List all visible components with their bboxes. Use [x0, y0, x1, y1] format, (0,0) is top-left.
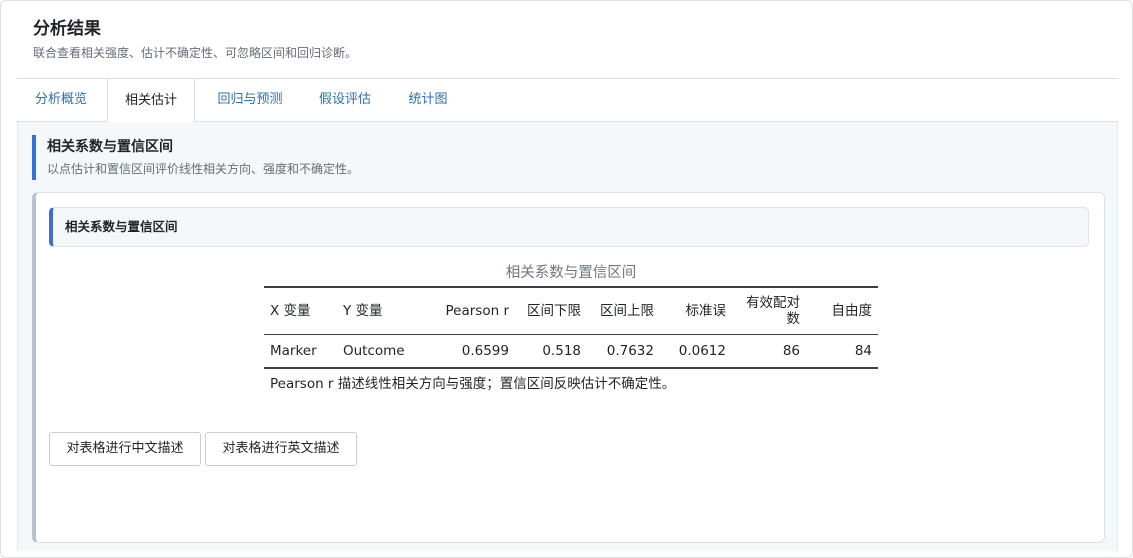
tab-statistical-charts[interactable]: 统计图: [399, 78, 457, 122]
page-subtitle: 联合查看相关强度、估计不确定性、可忽略区间和回归诊断。: [33, 46, 358, 60]
column-header: X 变量: [270, 302, 311, 319]
correlation-table: X 变量 Y 变量 Pearson r 区间下限 区间上限 标准误 有效配对数 …: [264, 286, 878, 369]
tab-panel: 相关系数与置信区间 以点估计和置信区间评价线性相关方向、强度和不确定性。 相关系…: [17, 122, 1118, 551]
column-header: 区间下限: [527, 302, 581, 319]
page-title: 分析结果: [33, 19, 101, 39]
table-row: Marker Outcome 0.6599 0.518 0.7632 0.061…: [264, 334, 878, 368]
table-cell: 0.518: [542, 342, 581, 359]
table-cell: 84: [854, 342, 872, 359]
card-title: 相关系数与置信区间: [49, 207, 1089, 247]
table-cell: 86: [782, 342, 800, 359]
page-header: 分析结果 联合查看相关强度、估计不确定性、可忽略区间和回归诊断。: [33, 17, 357, 61]
describe-table-english-button[interactable]: 对表格进行英文描述: [205, 432, 357, 466]
table-note: Pearson r 描述线性相关方向与强度；置信区间反映估计不确定性。: [270, 376, 676, 392]
section-header: 相关系数与置信区间 以点估计和置信区间评价线性相关方向、强度和不确定性。: [32, 135, 359, 180]
describe-table-chinese-button[interactable]: 对表格进行中文描述: [49, 432, 201, 466]
table-cell: 0.6599: [461, 342, 509, 359]
table-header-row: X 变量 Y 变量 Pearson r 区间下限 区间上限 标准误 有效配对数 …: [264, 287, 878, 334]
table-caption: 相关系数与置信区间: [505, 265, 637, 281]
table-cell: Outcome: [343, 342, 405, 359]
column-header: 区间上限: [600, 302, 654, 319]
table-cell: 0.0612: [678, 342, 726, 359]
results-table-wrapper: 相关系数与置信区间 X 变量 Y 变量 Pearson r 区间下限 区间上限 …: [264, 263, 878, 393]
tab-hypothesis-evaluation[interactable]: 假设评估: [309, 78, 381, 122]
table-cell: 0.7632: [606, 342, 654, 359]
tab-regression-prediction[interactable]: 回归与预测: [205, 78, 295, 122]
column-header: 有效配对数: [746, 294, 800, 327]
section-description: 以点估计和置信区间评价线性相关方向、强度和不确定性。: [47, 162, 360, 176]
tab-overview[interactable]: 分析概览: [21, 78, 101, 122]
section-title: 相关系数与置信区间: [47, 139, 173, 155]
tab-bar: 分析概览 相关估计 回归与预测 假设评估 统计图: [17, 78, 1118, 123]
result-card: 相关系数与置信区间 相关系数与置信区间 X 变量 Y 变量 Pearson r …: [32, 192, 1105, 543]
analysis-results-window: 分析结果 联合查看相关强度、估计不确定性、可忽略区间和回归诊断。 分析概览 相关…: [0, 0, 1133, 558]
column-header: 自由度: [831, 302, 873, 319]
column-header: 标准误: [685, 302, 727, 319]
table-cell: Marker: [270, 342, 317, 359]
column-header: Pearson r: [445, 302, 509, 319]
tab-correlation-estimate[interactable]: 相关估计: [107, 78, 195, 123]
column-header: Y 变量: [343, 302, 383, 319]
